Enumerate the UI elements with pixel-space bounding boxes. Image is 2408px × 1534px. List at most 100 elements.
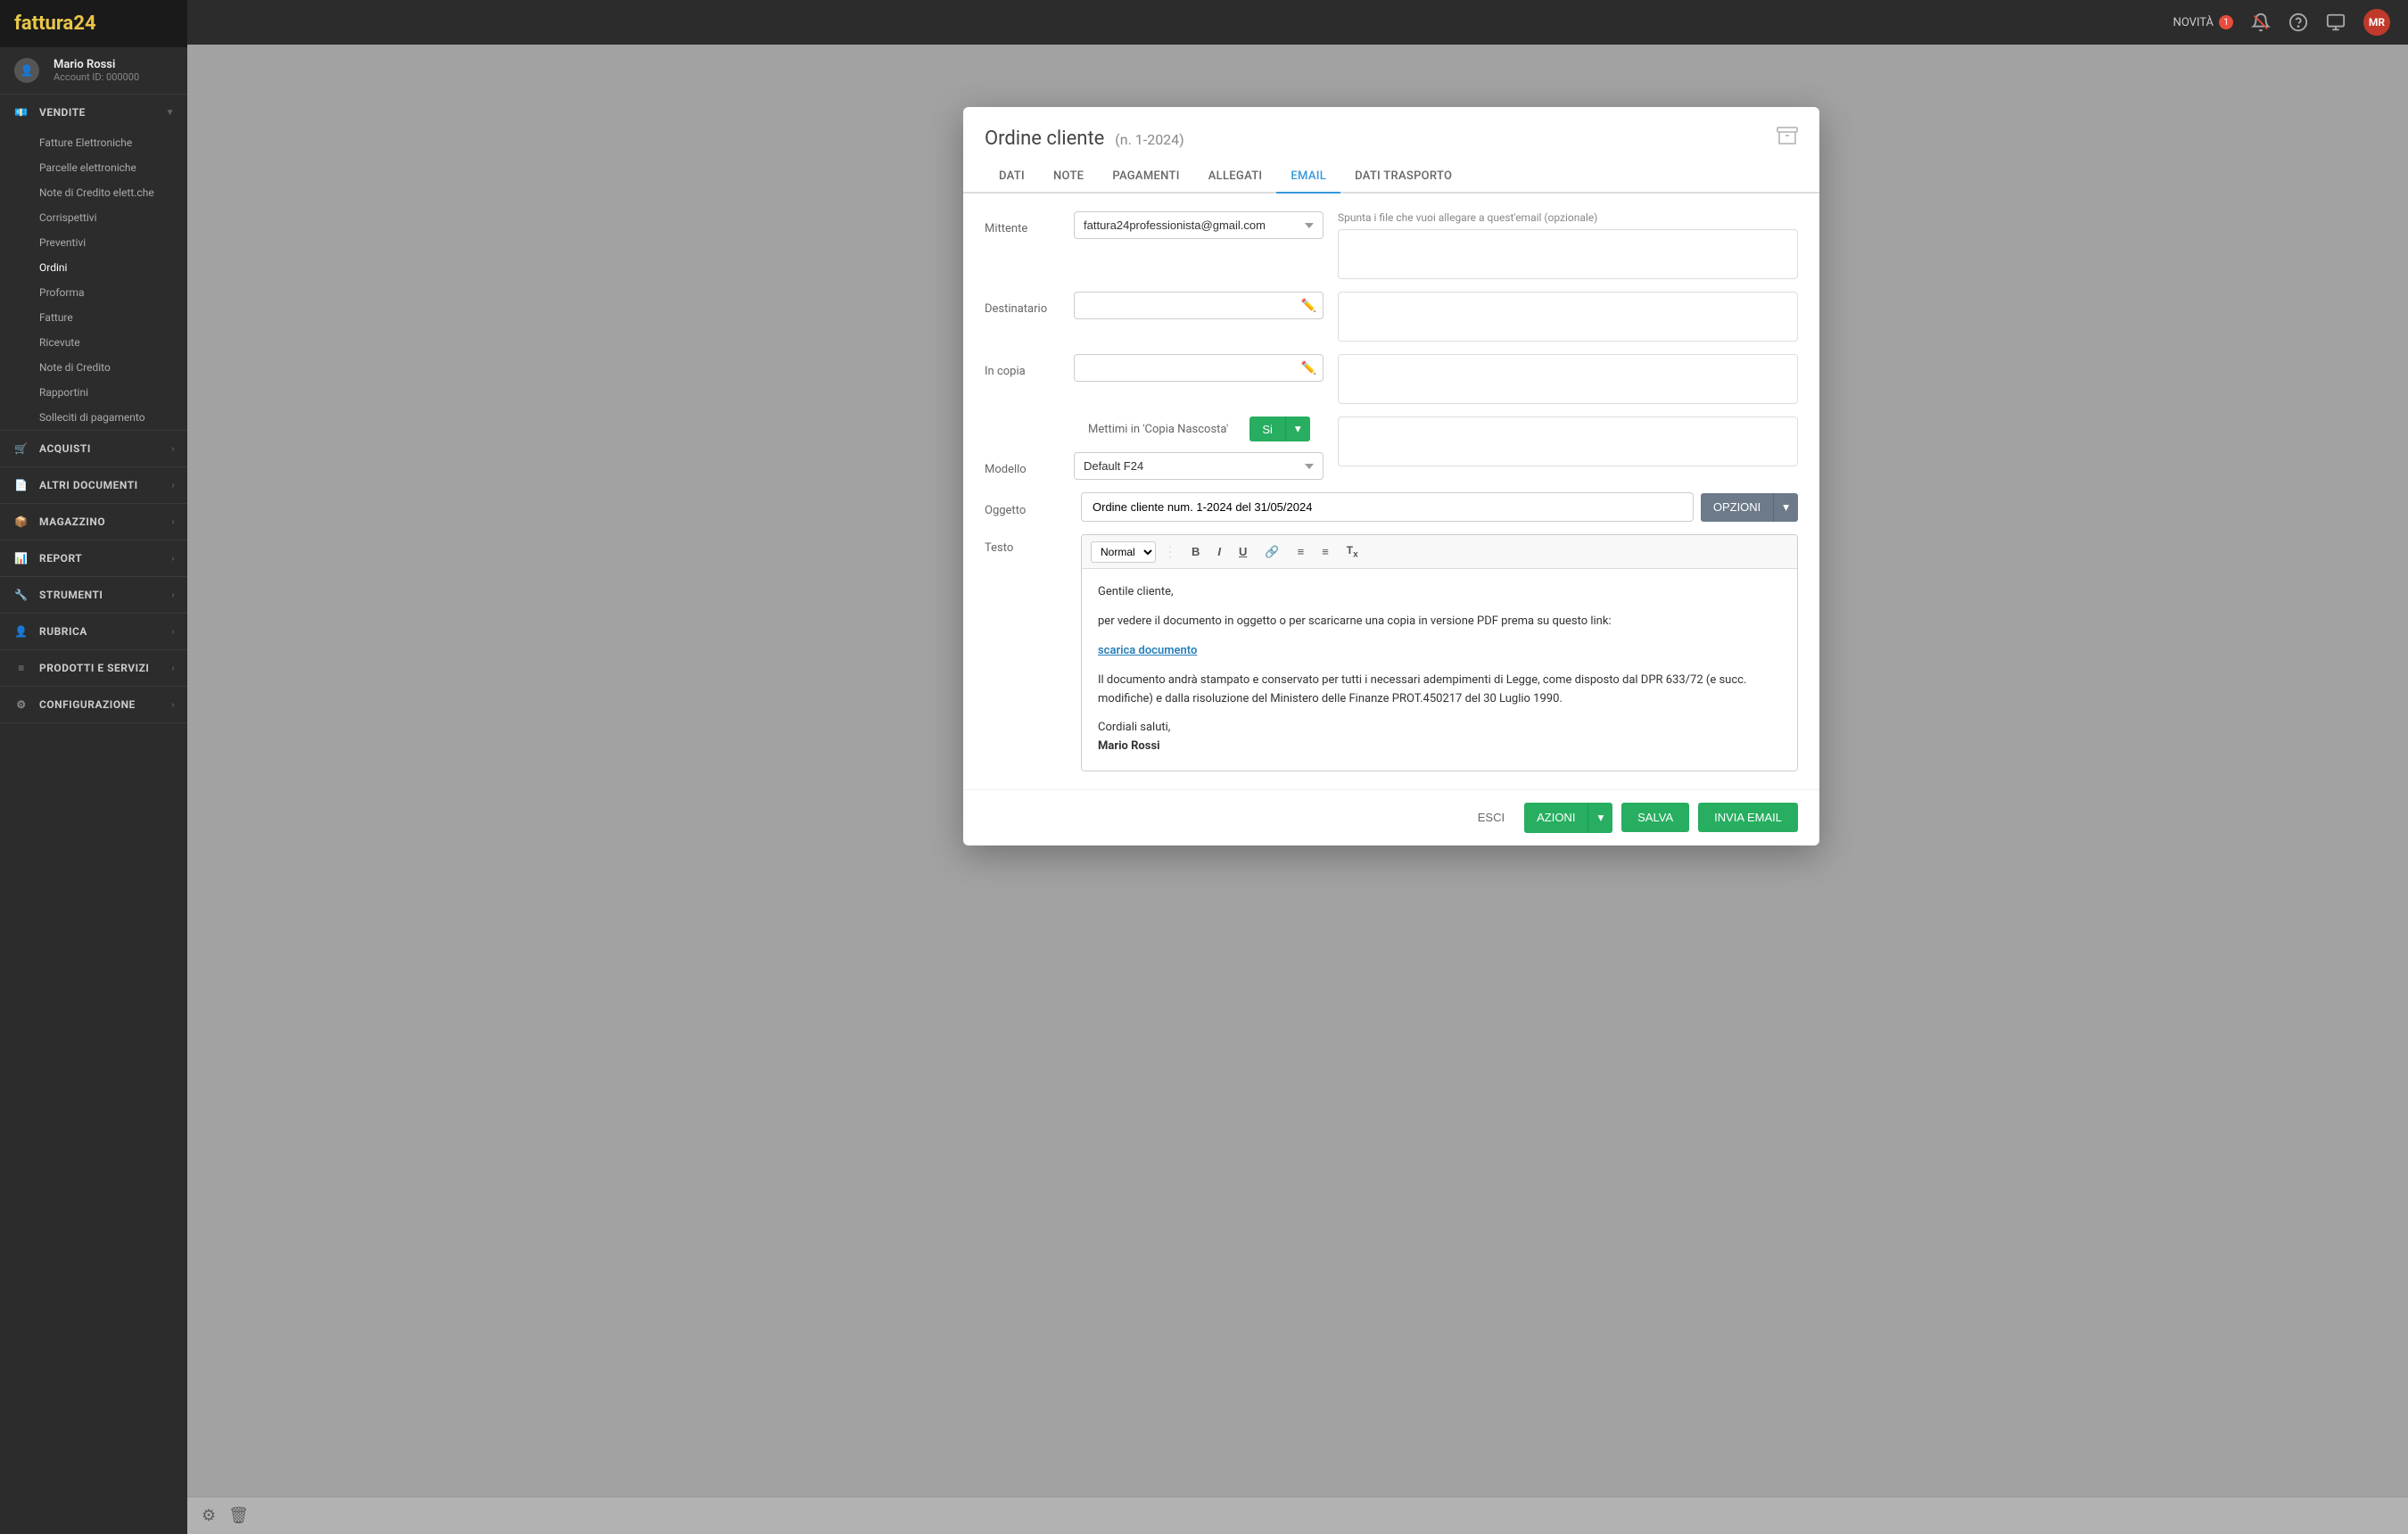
section-acquisti-header[interactable]: 🛒 ACQUISTI › [0, 431, 187, 466]
destinatario-row: Destinatario ✏️ [985, 292, 1798, 342]
section-strumenti: 🔧 STRUMENTI › [0, 577, 187, 614]
section-report: 📊 REPORT › [0, 540, 187, 577]
in-copia-label: In copia [985, 359, 1074, 378]
section-configurazione-header[interactable]: ⚙ CONFIGURAZIONE › [0, 687, 187, 722]
section-report-header[interactable]: 📊 REPORT › [0, 540, 187, 576]
attachment-box-1 [1338, 229, 1798, 279]
tab-pagamenti[interactable]: PAGAMENTI [1098, 161, 1193, 194]
attachment-boxes [1338, 229, 1798, 279]
mittente-select[interactable]: fattura24professionista@gmail.com [1074, 211, 1324, 239]
opzioni-dropdown-button[interactable]: ▾ [1773, 493, 1798, 522]
esci-button[interactable]: ESCI [1467, 804, 1515, 831]
testo-label: Testo [985, 534, 1074, 555]
box-icon: 📦 [12, 513, 30, 531]
sidebar-item-corrispettivi[interactable]: Corrispettivi [0, 205, 187, 230]
sidebar-item-solleciti[interactable]: Solleciti di pagamento [0, 405, 187, 430]
toolbar-underline-button[interactable]: U [1232, 541, 1254, 562]
logo-main: fattura [14, 12, 73, 35]
sidebar-item-parcelle[interactable]: Parcelle elettroniche [0, 155, 187, 180]
section-prodotti-label: PRODOTTI E SERVIZI [39, 662, 149, 674]
tab-dati-trasporto[interactable]: DATI TRASPORTO [1340, 161, 1466, 194]
sidebar-item-proforma[interactable]: Proforma [0, 280, 187, 305]
editor-content[interactable]: Gentile cliente, per vedere il documento… [1082, 569, 1797, 771]
toolbar-style-select[interactable]: Normal [1091, 541, 1156, 563]
sidebar-item-note-credito[interactable]: Note di Credito [0, 355, 187, 380]
destinatario-group: Destinatario ✏️ [985, 292, 1324, 319]
toolbar-ordered-list-button[interactable]: ≡ [1291, 541, 1312, 562]
section-magazzino-header[interactable]: 📦 MAGAZZINO › [0, 504, 187, 540]
tab-dati[interactable]: DATI [985, 161, 1039, 194]
section-configurazione-label: CONFIGURAZIONE [39, 698, 136, 711]
gear-icon: ⚙ [12, 696, 30, 713]
in-copia-input[interactable] [1074, 354, 1324, 382]
notifications-icon[interactable] [2251, 12, 2271, 32]
mittente-field-group: Mittente fattura24professionista@gmail.c… [985, 211, 1324, 239]
attachment-hint: Spunta i file che vuoi allegare a quest'… [1338, 211, 1798, 224]
section-altri-header[interactable]: 📄 ALTRI DOCUMENTI › [0, 467, 187, 503]
toolbar-unordered-list-button[interactable]: ≡ [1315, 541, 1336, 562]
sidebar-item-fatture-elettroniche[interactable]: Fatture Elettroniche [0, 130, 187, 155]
oggetto-input[interactable] [1081, 492, 1694, 522]
sidebar-item-preventivi[interactable]: Preventivi [0, 230, 187, 255]
invia-email-button[interactable]: INVIA EMAIL [1698, 803, 1798, 832]
toolbar-italic-button[interactable]: I [1210, 541, 1228, 562]
modal: Ordine cliente (n. 1-2024) DATI NOTE PAG… [375, 89, 2408, 1534]
section-magazzino-arrow: › [171, 517, 175, 527]
modal-number: (n. 1-2024) [1115, 131, 1183, 148]
toolbar-bold-button[interactable]: B [1184, 541, 1207, 562]
toolbar-sep-1: ⋮ [1163, 543, 1177, 560]
sidebar-item-note-credito-elett[interactable]: Note di Credito elett.che [0, 180, 187, 205]
cart-icon: 🛒 [12, 440, 30, 458]
toolbar-link-button[interactable]: 🔗 [1258, 541, 1286, 563]
bcc-yes-button[interactable]: Si [1249, 416, 1285, 441]
azioni-button[interactable]: AZIONI [1524, 803, 1587, 833]
section-magazzino: 📦 MAGAZZINO › [0, 504, 187, 540]
chart-icon: 📊 [12, 549, 30, 567]
novita-label: NOVITÀ [2173, 16, 2214, 29]
tab-allegati[interactable]: ALLEGATI [1194, 161, 1277, 194]
mittente-select-wrapper: fattura24professionista@gmail.com [1074, 211, 1324, 239]
azioni-button-group: AZIONI ▾ [1524, 803, 1612, 833]
azioni-dropdown-button[interactable]: ▾ [1587, 803, 1612, 833]
oggetto-label: Oggetto [985, 498, 1074, 517]
scarica-documento-link[interactable]: scarica documento [1098, 644, 1197, 657]
in-copia-edit-icon[interactable]: ✏️ [1301, 361, 1316, 375]
modello-select[interactable]: Default F24 [1074, 452, 1324, 480]
destinatario-edit-icon[interactable]: ✏️ [1301, 299, 1316, 313]
sidebar-item-rapportini[interactable]: Rapportini [0, 380, 187, 405]
sidebar-item-ricevute[interactable]: Ricevute [0, 330, 187, 355]
destinatario-label: Destinatario [985, 296, 1074, 316]
bcc-button-group: Si ▾ [1249, 416, 1309, 441]
bcc-dropdown-button[interactable]: ▾ [1285, 416, 1310, 441]
section-altri: 📄 ALTRI DOCUMENTI › [0, 467, 187, 504]
tab-note[interactable]: NOTE [1039, 161, 1098, 194]
section-acquisti-label: ACQUISTI [39, 442, 91, 455]
opzioni-button[interactable]: OPZIONI [1701, 493, 1773, 522]
oggetto-row: Oggetto OPZIONI ▾ [985, 492, 1798, 522]
section-vendite-header[interactable]: 💶 VENDITE ▼ [0, 95, 187, 130]
screen-icon[interactable] [2326, 12, 2346, 32]
sidebar-item-ordini[interactable]: Ordini [0, 255, 187, 280]
sidebar-item-fatture[interactable]: Fatture [0, 305, 187, 330]
toolbar-clear-format-button[interactable]: Tx [1340, 540, 1365, 563]
novita-item[interactable]: NOVITÀ 1 [2173, 15, 2233, 29]
user-avatar[interactable]: MR [2363, 9, 2390, 36]
modello-select-wrapper: Default F24 [1074, 452, 1324, 480]
help-icon[interactable] [2288, 12, 2308, 32]
section-acquisti-arrow: › [171, 444, 175, 454]
logo-accent: 24 [73, 12, 95, 35]
editor-line-1: Gentile cliente, [1098, 583, 1781, 602]
destinatario-input[interactable] [1074, 292, 1324, 319]
euro-icon: 💶 [12, 103, 30, 121]
section-rubrica-header[interactable]: 👤 RUBRICA › [0, 614, 187, 649]
section-strumenti-header[interactable]: 🔧 STRUMENTI › [0, 577, 187, 613]
section-vendite-arrow: ▼ [166, 108, 175, 118]
editor-wrapper: Normal ⋮ B I U 🔗 ≡ ≡ Tx [1081, 534, 1798, 771]
archive-icon[interactable] [1777, 125, 1798, 152]
section-prodotti-header[interactable]: ≡ PRODOTTI E SERVIZI › [0, 650, 187, 686]
salva-button[interactable]: SALVA [1621, 803, 1689, 832]
modello-label: Modello [985, 457, 1074, 476]
section-rubrica-arrow: › [171, 627, 175, 637]
modal-header: Ordine cliente (n. 1-2024) [963, 107, 1819, 152]
tab-email[interactable]: EMAIL [1276, 161, 1340, 194]
